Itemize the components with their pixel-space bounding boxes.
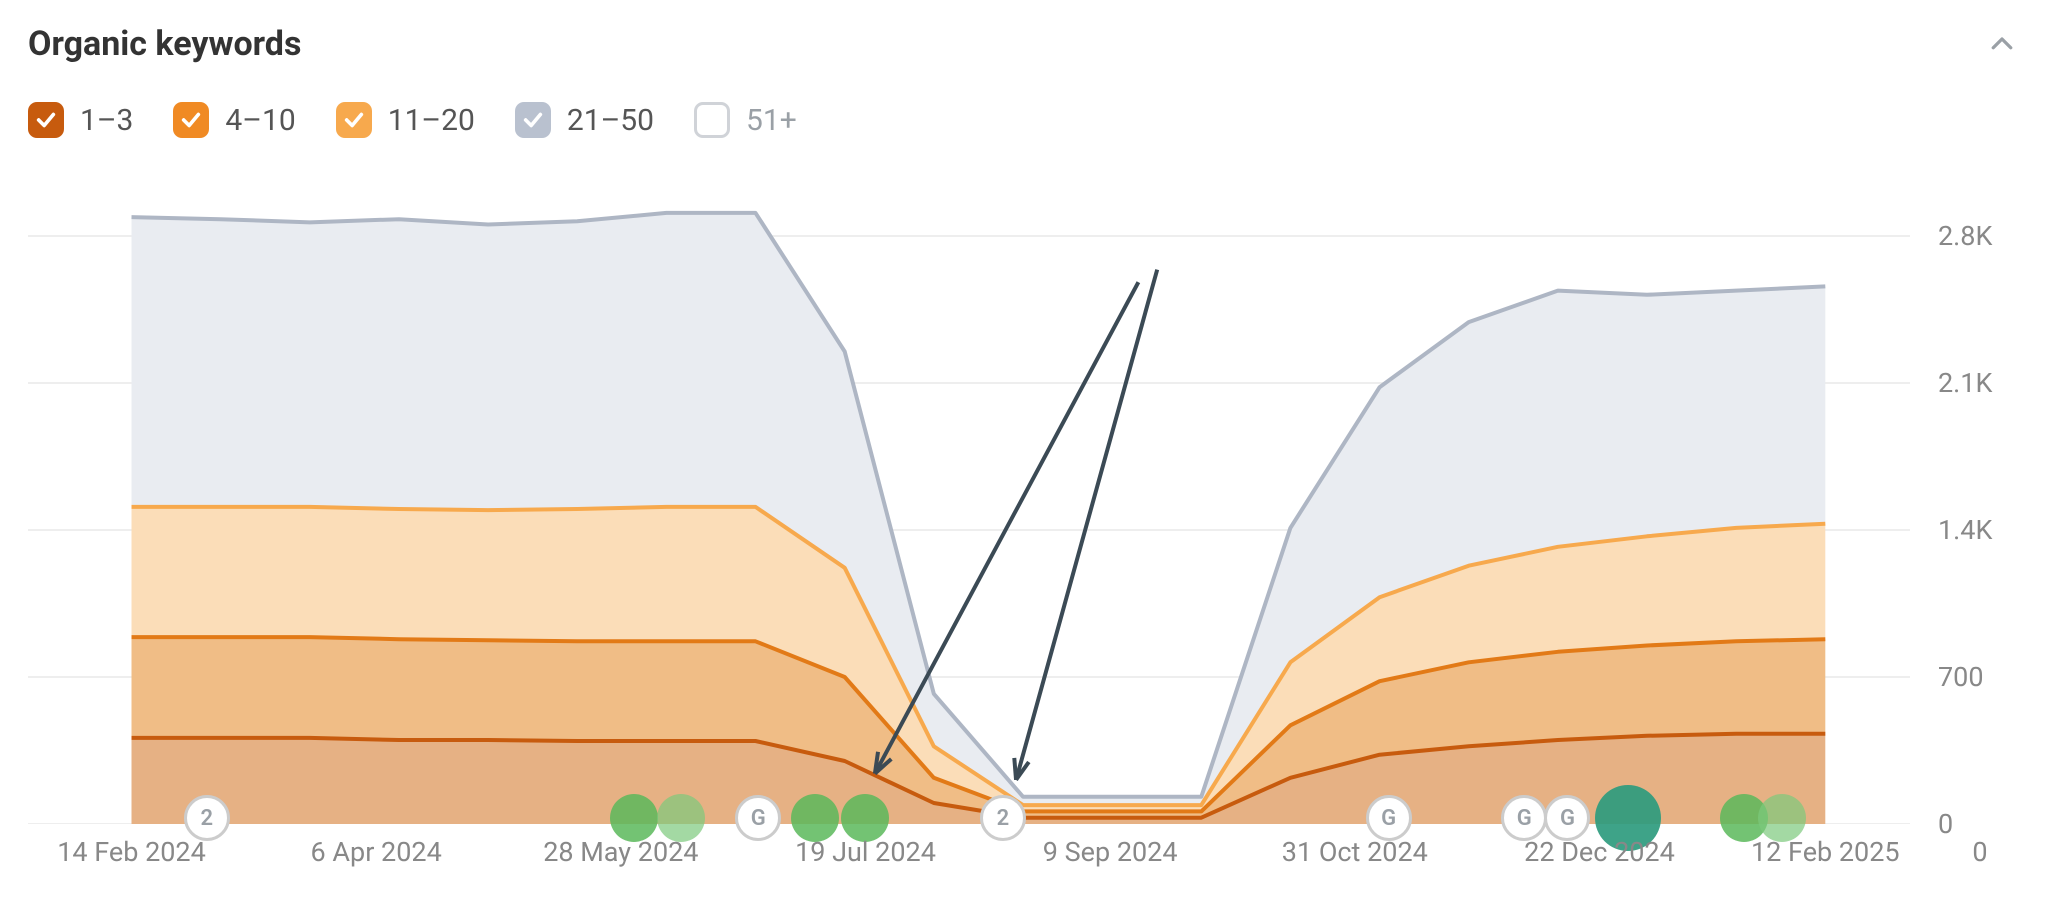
legend-label-4: 51+ — [746, 103, 797, 138]
legend-item-0[interactable]: 1–3 — [28, 102, 133, 138]
y-tick: 2.8K — [1938, 220, 1992, 252]
event-marker-dot[interactable] — [841, 794, 889, 842]
chevron-up-icon — [1987, 29, 2017, 59]
legend-label-3: 21–50 — [567, 103, 654, 138]
legend-item-3[interactable]: 21–50 — [515, 102, 654, 138]
event-marker-dot[interactable] — [1758, 794, 1806, 842]
x-tick: 6 Apr 2024 — [311, 836, 442, 868]
event-marker-number[interactable]: 2 — [184, 795, 230, 841]
panel-header: Organic keywords — [28, 24, 2020, 64]
legend: 1–3 4–10 11–20 21–50 51+ — [28, 102, 2020, 138]
legend-label-0: 1–3 — [80, 103, 133, 138]
organic-keywords-panel: Organic keywords 1–3 4–10 11–20 21–50 51+ 0 7… — [0, 0, 2048, 924]
legend-checkbox-0[interactable] — [28, 102, 64, 138]
event-marker-dot[interactable] — [791, 794, 839, 842]
panel-title: Organic keywords — [28, 24, 301, 64]
legend-label-1: 4–10 — [225, 103, 295, 138]
x-tick: 9 Sep 2024 — [1043, 836, 1178, 868]
google-update-marker[interactable]: G — [735, 795, 781, 841]
check-icon — [180, 109, 202, 131]
event-marker-dot[interactable] — [657, 794, 705, 842]
y-tick: 700 — [1938, 661, 1984, 693]
x-tick: 22 Dec 2024 — [1524, 836, 1675, 868]
event-marker-number[interactable]: 2 — [980, 795, 1026, 841]
x-tick: 14 Feb 2024 — [57, 836, 206, 868]
check-icon — [35, 109, 57, 131]
y-tick: 2.1K — [1938, 367, 1992, 399]
legend-checkbox-3[interactable] — [515, 102, 551, 138]
y-tick: 1.4K — [1938, 514, 1992, 546]
legend-checkbox-1[interactable] — [173, 102, 209, 138]
check-icon — [522, 109, 544, 131]
legend-item-4[interactable]: 51+ — [694, 102, 797, 138]
check-icon — [343, 109, 365, 131]
x-tick: 28 May 2024 — [543, 836, 698, 868]
legend-checkbox-4[interactable] — [694, 102, 730, 138]
collapse-toggle[interactable] — [1984, 26, 2020, 62]
legend-checkbox-2[interactable] — [336, 102, 372, 138]
legend-item-1[interactable]: 4–10 — [173, 102, 295, 138]
y-zero-label: 0 — [1972, 836, 1987, 868]
y-tick: 0 — [1938, 808, 1953, 840]
chart-area: 07001.4K2.1K2.8K 2G2GGG 14 Feb 20246 Apr… — [28, 194, 2020, 824]
google-update-marker[interactable]: G — [1544, 795, 1590, 841]
legend-label-2: 11–20 — [388, 103, 475, 138]
chart-svg — [28, 194, 2020, 824]
legend-item-2[interactable]: 11–20 — [336, 102, 475, 138]
x-tick: 31 Oct 2024 — [1282, 836, 1428, 868]
google-update-marker[interactable]: G — [1501, 795, 1547, 841]
x-tick: 12 Feb 2025 — [1751, 836, 1900, 868]
google-update-marker[interactable]: G — [1366, 795, 1412, 841]
event-marker-dot[interactable] — [610, 794, 658, 842]
x-tick: 19 Jul 2024 — [795, 836, 936, 868]
